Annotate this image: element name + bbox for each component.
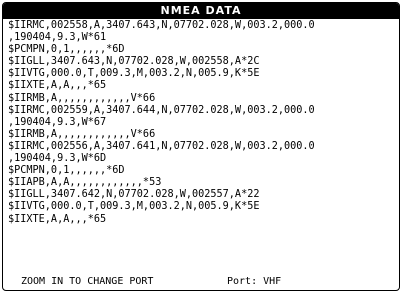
log-line: $IIVTG,000.0,T,009.3,M,003.2,N,005.9,K*5… [8, 201, 260, 213]
log-line: $IIXTE,A,A,,,*65 [8, 213, 107, 225]
log-line: $IIRMB,A,,,,,,,,,,,,V*66 [8, 128, 156, 140]
port-label: Port: [227, 276, 258, 287]
log-line: $PCMPN,0,1,,,,,,*6D [8, 44, 125, 56]
nmea-data-window: NMEA DATA $IIRMC,002558,A,3407.643,N,077… [2, 2, 400, 291]
port-value: VHF [263, 276, 282, 287]
log-line: ,190404,9.3,W*6D [8, 153, 107, 165]
log-line: $PCMPN,0,1,,,,,,*6D [8, 165, 125, 177]
log-line: $IIRMC,002556,A,3407.641,N,07702.028,W,0… [8, 140, 315, 152]
nmea-log[interactable]: $IIRMC,002558,A,3407.643,N,07702.028,W,0… [8, 20, 397, 226]
log-line: $IIRMB,A,,,,,,,,,,,,V*66 [8, 92, 156, 104]
log-line: ,190404,9.3,W*61 [8, 32, 107, 44]
log-line: $IIRMC,002558,A,3407.643,N,07702.028,W,0… [8, 20, 315, 31]
status-bar: ZOOM IN TO CHANGE PORT Port: VHF [3, 274, 399, 290]
log-line: ,190404,9.3,W*67 [8, 116, 107, 128]
window-title: NMEA DATA [3, 3, 399, 19]
log-line: $IIGLL,3407.643,N,07702.028,W,002558,A*2… [8, 56, 260, 68]
zoom-hint-text: ZOOM IN TO CHANGE PORT [21, 276, 154, 287]
log-line: $IIVTG,000.0,T,009.3,M,003.2,N,005.9,K*5… [8, 68, 260, 80]
log-line: $IIAPB,A,A,,,,,,,,,,,,*53 [8, 177, 162, 189]
port-indicator[interactable]: Port: VHF [227, 274, 281, 290]
log-line: $IIRMC,002559,A,3407.644,N,07702.028,W,0… [8, 104, 315, 116]
log-line: $IIGLL,3407.642,N,07702.028,W,002557,A*2… [8, 189, 260, 201]
log-line: $IIXTE,A,A,,,*65 [8, 80, 107, 92]
